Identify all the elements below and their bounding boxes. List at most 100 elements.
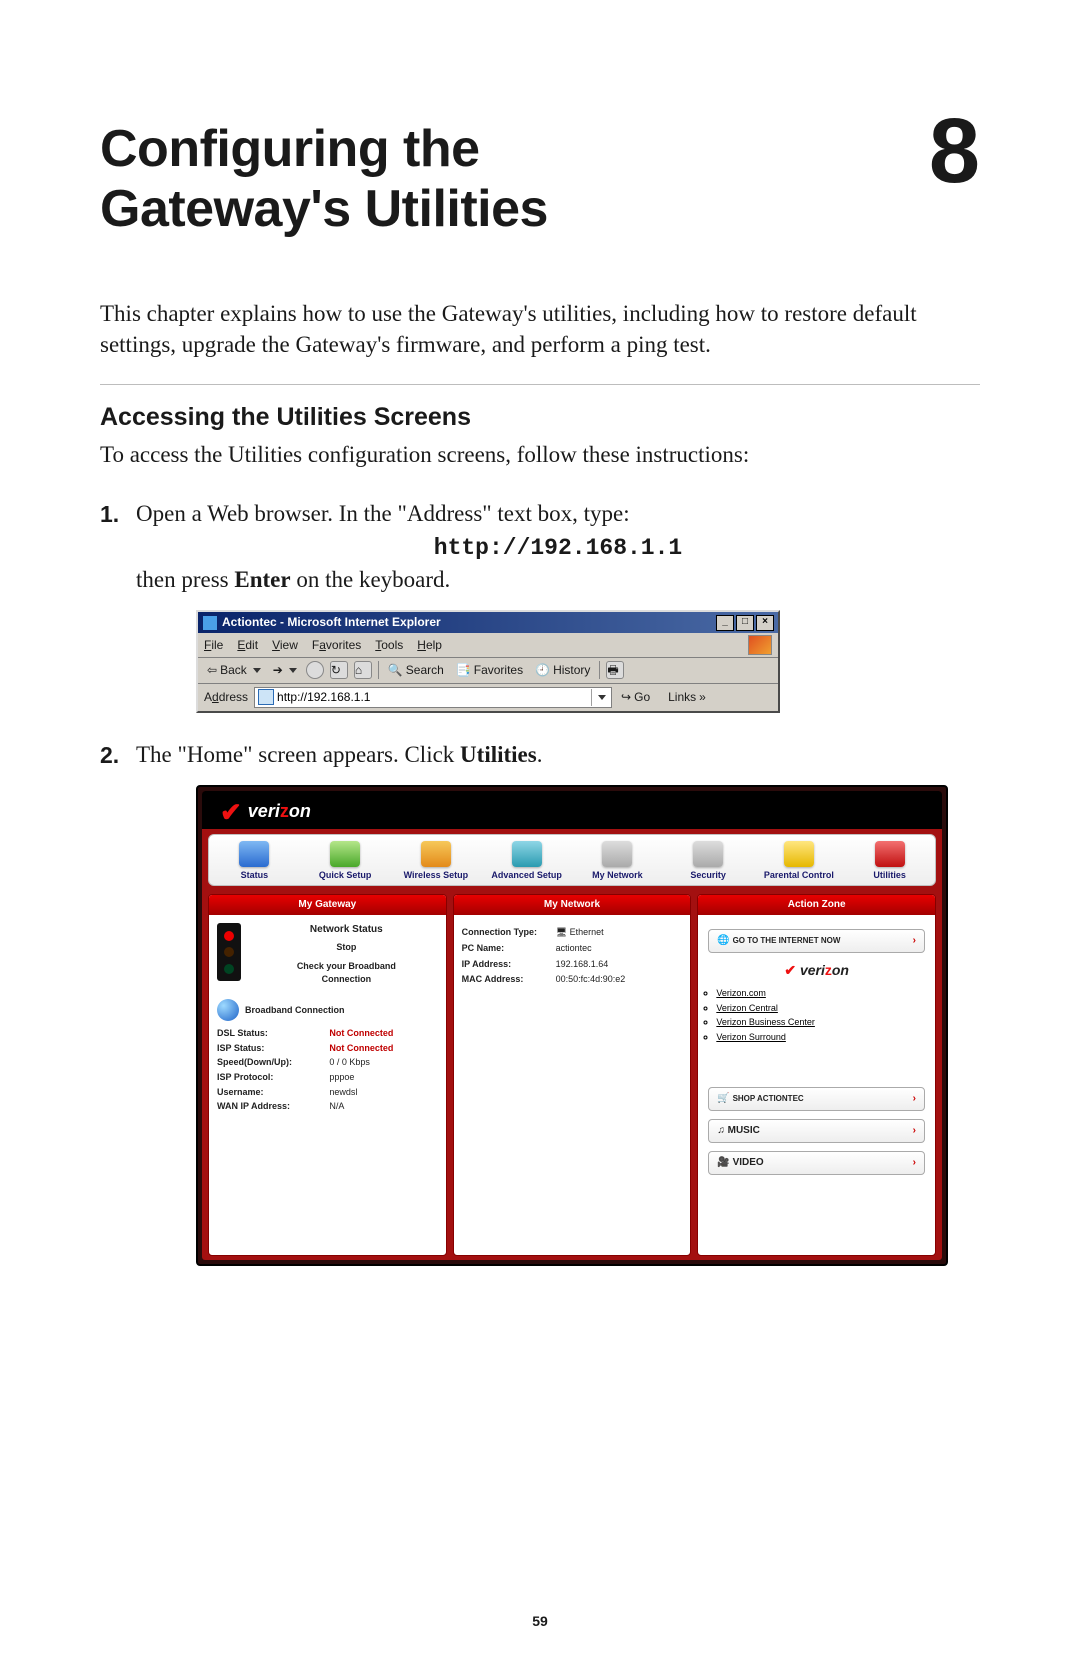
link-verizon-central[interactable]: Verizon Central bbox=[716, 1002, 931, 1015]
ie-toolbar: ⇦ Back ➔ ↻ ⌂ 🔍 Search 📑 Favorites 🕘 Hist… bbox=[198, 658, 778, 684]
ie-menubar: File Edit View Favorites Tools Help bbox=[198, 633, 778, 658]
broadband-connection-row[interactable]: Broadband Connection bbox=[217, 999, 438, 1021]
menu-edit[interactable]: Edit bbox=[237, 637, 258, 654]
step2-utilities-label: Utilities bbox=[460, 742, 537, 767]
ie-app-icon bbox=[202, 615, 218, 631]
nav-security[interactable]: Security bbox=[668, 841, 748, 882]
step2-text-pre: The "Home" screen appears. Click bbox=[136, 742, 460, 767]
username-row: Username: newdsl bbox=[217, 1086, 438, 1099]
speed-row: Speed(Down/Up): 0 / 0 Kbps bbox=[217, 1056, 438, 1069]
gateway-home-screenshot: ✔ verizon Status Quick Setup Wireless Se… bbox=[196, 785, 980, 1267]
my-gateway-panel: My Gateway Network Status Stop bbox=[208, 894, 447, 1256]
address-dropdown-icon[interactable] bbox=[591, 689, 608, 706]
music-button[interactable]: ♫ MUSIC › bbox=[708, 1119, 925, 1143]
section-title: Accessing the Utilities Screens bbox=[100, 403, 980, 432]
action-zone-header: Action Zone bbox=[698, 895, 935, 915]
forward-button[interactable]: ➔ bbox=[270, 661, 300, 680]
link-verizon-surround[interactable]: Verizon Surround bbox=[716, 1031, 931, 1044]
globe-icon bbox=[217, 999, 239, 1021]
minimize-button[interactable]: _ bbox=[716, 615, 734, 631]
print-icon[interactable]: 🖶 bbox=[606, 661, 624, 679]
gateway-panels: My Gateway Network Status Stop bbox=[202, 894, 942, 1256]
manual-page: Configuring the Gateway's Utilities 8 Th… bbox=[0, 0, 1080, 1667]
gateway-shell: ✔ verizon Status Quick Setup Wireless Se… bbox=[196, 785, 948, 1267]
my-network-icon bbox=[602, 841, 632, 867]
link-verizon-com[interactable]: Verizon.com bbox=[716, 987, 931, 1000]
nav-my-network[interactable]: My Network bbox=[577, 841, 657, 882]
chapter-number: 8 bbox=[929, 110, 980, 193]
ie-titlebar[interactable]: Actiontec - Microsoft Internet Explorer … bbox=[198, 612, 778, 633]
nav-advanced-setup[interactable]: Advanced Setup bbox=[487, 841, 567, 882]
video-button[interactable]: 🎥 VIDEO › bbox=[708, 1151, 925, 1175]
verizon-small-logo: ✔ verizon bbox=[702, 961, 931, 981]
check-broadband-link[interactable]: Check your Broadband Connection bbox=[255, 960, 438, 985]
chapter-header: Configuring the Gateway's Utilities 8 bbox=[100, 120, 980, 240]
ie-screenshot: Actiontec - Microsoft Internet Explorer … bbox=[196, 610, 980, 712]
history-button[interactable]: 🕘 History bbox=[532, 661, 593, 680]
step2-text-post: . bbox=[537, 742, 543, 767]
network-status-label: Network Status bbox=[255, 923, 438, 937]
menu-view[interactable]: View bbox=[272, 637, 298, 654]
chapter-title: Configuring the Gateway's Utilities bbox=[100, 120, 548, 240]
step1-url: http://192.168.1.1 bbox=[136, 532, 980, 564]
ie-window: Actiontec - Microsoft Internet Explorer … bbox=[196, 610, 780, 712]
stop-icon[interactable] bbox=[306, 661, 324, 679]
chapter-intro: This chapter explains how to use the Gat… bbox=[100, 298, 980, 360]
go-button[interactable]: ↪ Go bbox=[618, 688, 653, 707]
nav-parental-control[interactable]: Parental Control bbox=[759, 841, 839, 882]
connection-type-row: Connection Type: 🖥 Ethernet bbox=[462, 926, 683, 939]
ie-addressbar: Address http://192.168.1.1 ↪ Go Links » bbox=[198, 684, 778, 711]
utilities-icon bbox=[875, 841, 905, 867]
security-icon bbox=[693, 841, 723, 867]
nav-wireless-setup[interactable]: Wireless Setup bbox=[396, 841, 476, 882]
action-zone-panel: Action Zone 🌐 GO TO THE INTERNET NOW › ✔… bbox=[697, 894, 936, 1256]
toolbar-separator bbox=[378, 661, 379, 679]
favorites-button[interactable]: 📑 Favorites bbox=[453, 661, 526, 680]
nav-utilities[interactable]: Utilities bbox=[850, 841, 930, 882]
step1-enter-key: Enter bbox=[234, 567, 290, 592]
chapter-title-line1: Configuring the bbox=[100, 120, 480, 178]
advanced-setup-icon bbox=[512, 841, 542, 867]
nav-quick-setup[interactable]: Quick Setup bbox=[305, 841, 385, 882]
address-input-value[interactable]: http://192.168.1.1 bbox=[277, 689, 591, 706]
wireless-setup-icon bbox=[421, 841, 451, 867]
maximize-button[interactable]: □ bbox=[736, 615, 754, 631]
traffic-light-icon bbox=[217, 923, 241, 981]
status-icon bbox=[239, 841, 269, 867]
divider bbox=[100, 384, 980, 385]
verizon-check-icon: ✔ bbox=[220, 805, 242, 819]
refresh-icon[interactable]: ↻ bbox=[330, 661, 348, 679]
wan-ip-row: WAN IP Address: N/A bbox=[217, 1100, 438, 1113]
parental-control-icon bbox=[784, 841, 814, 867]
network-status-stop: Stop bbox=[255, 941, 438, 954]
home-icon[interactable]: ⌂ bbox=[354, 661, 372, 679]
page-icon bbox=[258, 689, 274, 705]
ip-address-row: IP Address: 192.168.1.64 bbox=[462, 958, 683, 971]
menu-favorites[interactable]: Favorites bbox=[312, 637, 361, 654]
link-verizon-business[interactable]: Verizon Business Center bbox=[716, 1016, 931, 1029]
step1-text-b-pre: then press bbox=[136, 567, 234, 592]
go-internet-button[interactable]: 🌐 GO TO THE INTERNET NOW › bbox=[708, 929, 925, 953]
mac-address-row: MAC Address: 00:50:fc:4d:90:e2 bbox=[462, 973, 683, 986]
close-button[interactable]: × bbox=[756, 615, 774, 631]
address-field[interactable]: http://192.168.1.1 bbox=[254, 687, 612, 708]
address-label: Address bbox=[204, 689, 248, 706]
shop-actiontec-button[interactable]: 🛒 SHOP ACTIONTEC › bbox=[708, 1087, 925, 1111]
gateway-navbar: Status Quick Setup Wireless Setup Advanc… bbox=[208, 834, 936, 887]
quick-setup-icon bbox=[330, 841, 360, 867]
search-button[interactable]: 🔍 Search bbox=[385, 661, 447, 680]
page-number: 59 bbox=[0, 1613, 1080, 1629]
ie-window-title: Actiontec - Microsoft Internet Explorer bbox=[222, 614, 441, 631]
links-button[interactable]: Links » bbox=[665, 688, 709, 707]
menu-file[interactable]: File bbox=[204, 637, 223, 654]
menu-help[interactable]: Help bbox=[417, 637, 442, 654]
menu-tools[interactable]: Tools bbox=[375, 637, 403, 654]
step-1: Open a Web browser. In the "Address" tex… bbox=[100, 498, 980, 713]
steps-list: Open a Web browser. In the "Address" tex… bbox=[100, 498, 980, 1267]
toolbar-separator-2 bbox=[599, 661, 600, 679]
back-button[interactable]: ⇦ Back bbox=[204, 661, 264, 680]
nav-status[interactable]: Status bbox=[214, 841, 294, 882]
my-gateway-header: My Gateway bbox=[209, 895, 446, 915]
section-intro: To access the Utilities configuration sc… bbox=[100, 442, 980, 468]
pc-name-row: PC Name: actiontec bbox=[462, 942, 683, 955]
